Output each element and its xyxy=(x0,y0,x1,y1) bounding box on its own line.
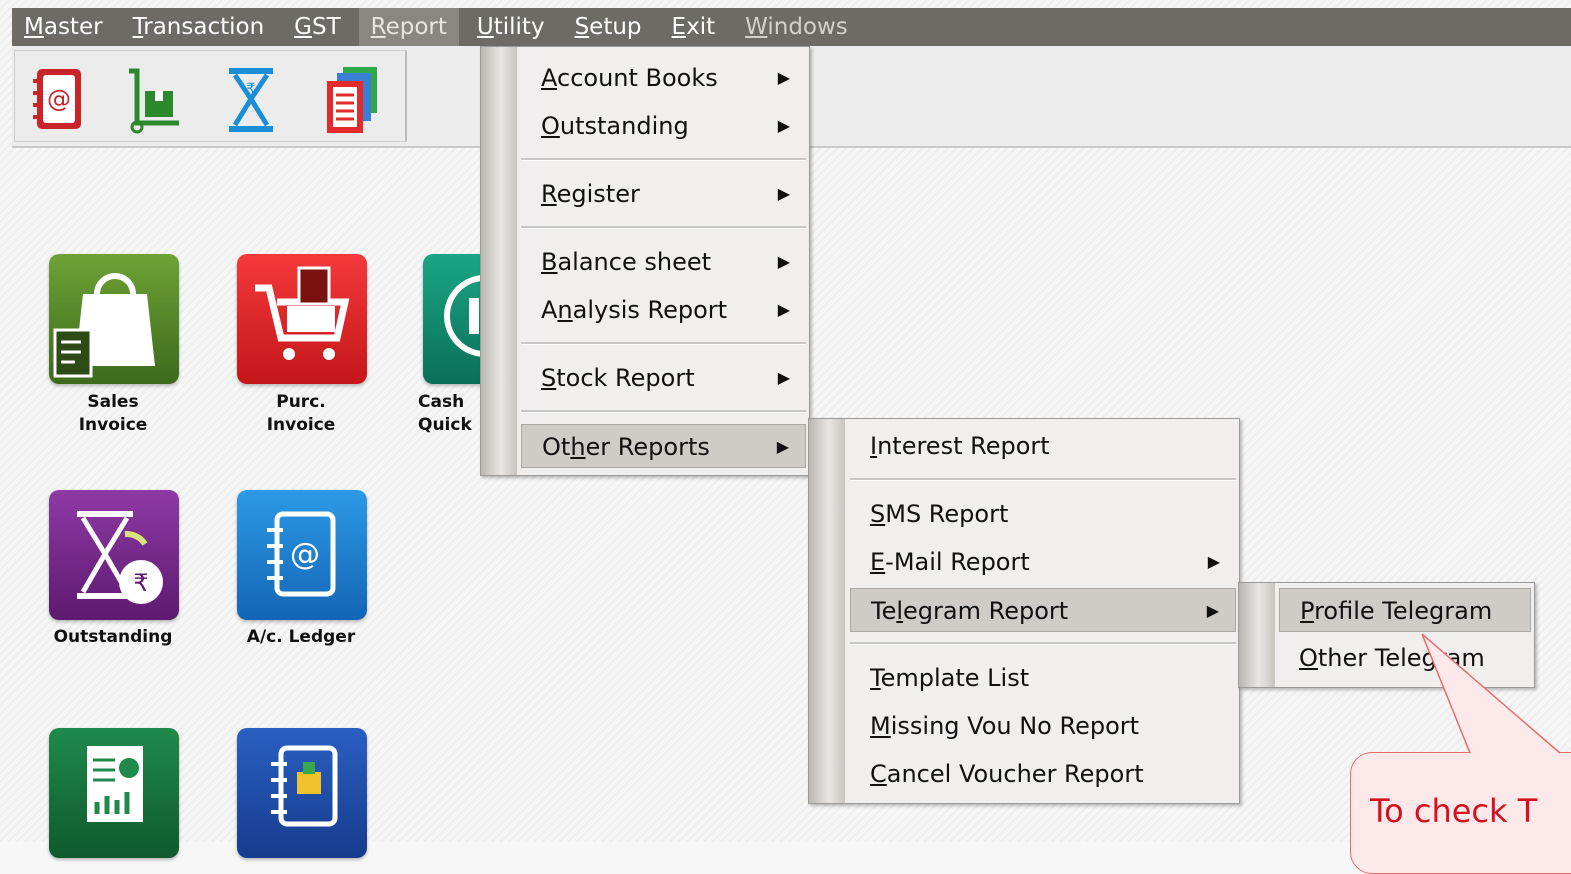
chevron-right-icon: ▶ xyxy=(777,116,790,135)
menu-master[interactable]: Master xyxy=(12,8,115,46)
menu-bar: Master Transaction GST Report Utility Se… xyxy=(12,8,1571,46)
menu-separator xyxy=(521,342,806,345)
application-window: Master Transaction GST Report Utility Se… xyxy=(0,0,1571,874)
menu-transaction[interactable]: Transaction xyxy=(121,8,277,46)
report-tile[interactable] xyxy=(49,728,179,858)
menu-gutter xyxy=(809,419,845,803)
svg-text:₹: ₹ xyxy=(247,81,256,97)
address-book-icon: @ xyxy=(267,511,336,597)
callout-text: To check T xyxy=(1370,792,1538,830)
cart-icon xyxy=(255,266,350,360)
stock-book-tile[interactable] xyxy=(237,728,367,858)
rupee-hourglass-icon[interactable]: ₹ xyxy=(221,65,281,135)
chevron-right-icon: ▶ xyxy=(777,300,790,319)
bank-coin-icon xyxy=(444,275,526,357)
menuitem-outstanding[interactable]: Outstanding ▶ xyxy=(521,104,806,148)
menuitem-stock-report[interactable]: Stock Report ▶ xyxy=(521,356,806,400)
purchase-invoice-tile[interactable] xyxy=(237,254,367,384)
sales-invoice-label: Sales Invoice xyxy=(78,392,148,435)
outstanding-label: Outstanding xyxy=(53,627,173,647)
chevron-right-icon: ▶ xyxy=(1207,552,1220,571)
chevron-right-icon: ▶ xyxy=(777,68,790,87)
cash-quick-tile[interactable] xyxy=(423,254,526,384)
menuitem-analysis-report[interactable]: Analysis Report ▶ xyxy=(521,288,806,332)
documents-stack-icon[interactable] xyxy=(321,65,381,135)
menuitem-email-report[interactable]: E-Mail Report ▶ xyxy=(850,540,1236,584)
account-ledger-label: A/c. Ledger xyxy=(246,627,356,647)
menuitem-profile-telegram[interactable]: Profile Telegram xyxy=(1279,588,1531,632)
sales-invoice-tile[interactable] xyxy=(49,254,179,384)
menuitem-cancel-voucher-report[interactable]: Cancel Voucher Report xyxy=(850,752,1236,796)
menuitem-interest-report[interactable]: Interest Report xyxy=(850,424,1236,468)
menuitem-sms-report[interactable]: SMS Report xyxy=(850,492,1236,536)
purchase-invoice-label: Purc. Invoice xyxy=(266,392,336,435)
menuitem-template-list[interactable]: Template List xyxy=(850,656,1236,700)
trolley-box-icon[interactable] xyxy=(123,65,183,135)
ledger-book-icon[interactable]: @ xyxy=(27,65,87,135)
toolbar-group: @ ₹ xyxy=(14,50,407,142)
outstanding-tile[interactable]: ₹ xyxy=(49,490,179,620)
svg-text:@: @ xyxy=(290,537,320,572)
svg-text:₹: ₹ xyxy=(133,569,148,597)
menu-gst[interactable]: GST xyxy=(282,8,352,46)
menuitem-register[interactable]: Register ▶ xyxy=(521,172,806,216)
menu-setup[interactable]: Setup xyxy=(563,8,654,46)
callout-pointer xyxy=(1421,633,1561,754)
chevron-right-icon: ▶ xyxy=(776,437,789,456)
chevron-right-icon: ▶ xyxy=(777,252,790,271)
menu-report[interactable]: Report xyxy=(358,8,459,46)
account-ledger-tile[interactable]: @ xyxy=(237,490,367,620)
menu-separator xyxy=(850,642,1236,645)
menuitem-other-reports[interactable]: Other Reports ▶ xyxy=(521,424,806,468)
menu-separator xyxy=(850,478,1236,481)
menuitem-missing-vou-no-report[interactable]: Missing Vou No Report xyxy=(850,704,1236,748)
cash-quick-label: Cash Quick xyxy=(418,392,472,435)
report-chart-icon xyxy=(87,746,143,822)
menu-windows[interactable]: Windows xyxy=(733,8,860,46)
menu-gutter xyxy=(1239,583,1275,687)
menu-exit[interactable]: Exit xyxy=(660,8,728,46)
menu-utility[interactable]: Utility xyxy=(465,8,557,46)
hourglass-rupee-icon: ₹ xyxy=(77,511,163,604)
chevron-right-icon: ▶ xyxy=(777,184,790,203)
chevron-right-icon: ▶ xyxy=(1206,601,1219,620)
svg-text:@: @ xyxy=(47,85,71,113)
stock-book-icon xyxy=(271,745,338,827)
menu-separator xyxy=(521,410,806,413)
shopping-bag-icon xyxy=(53,273,155,378)
menuitem-telegram-report[interactable]: Telegram Report ▶ xyxy=(850,588,1236,632)
menuitem-balance-sheet[interactable]: Balance sheet ▶ xyxy=(521,240,806,284)
menu-gutter xyxy=(481,47,517,475)
menu-separator xyxy=(521,158,806,161)
menuitem-account-books[interactable]: Account Books ▶ xyxy=(521,56,806,100)
chevron-right-icon: ▶ xyxy=(777,368,790,387)
menu-separator xyxy=(521,226,806,229)
